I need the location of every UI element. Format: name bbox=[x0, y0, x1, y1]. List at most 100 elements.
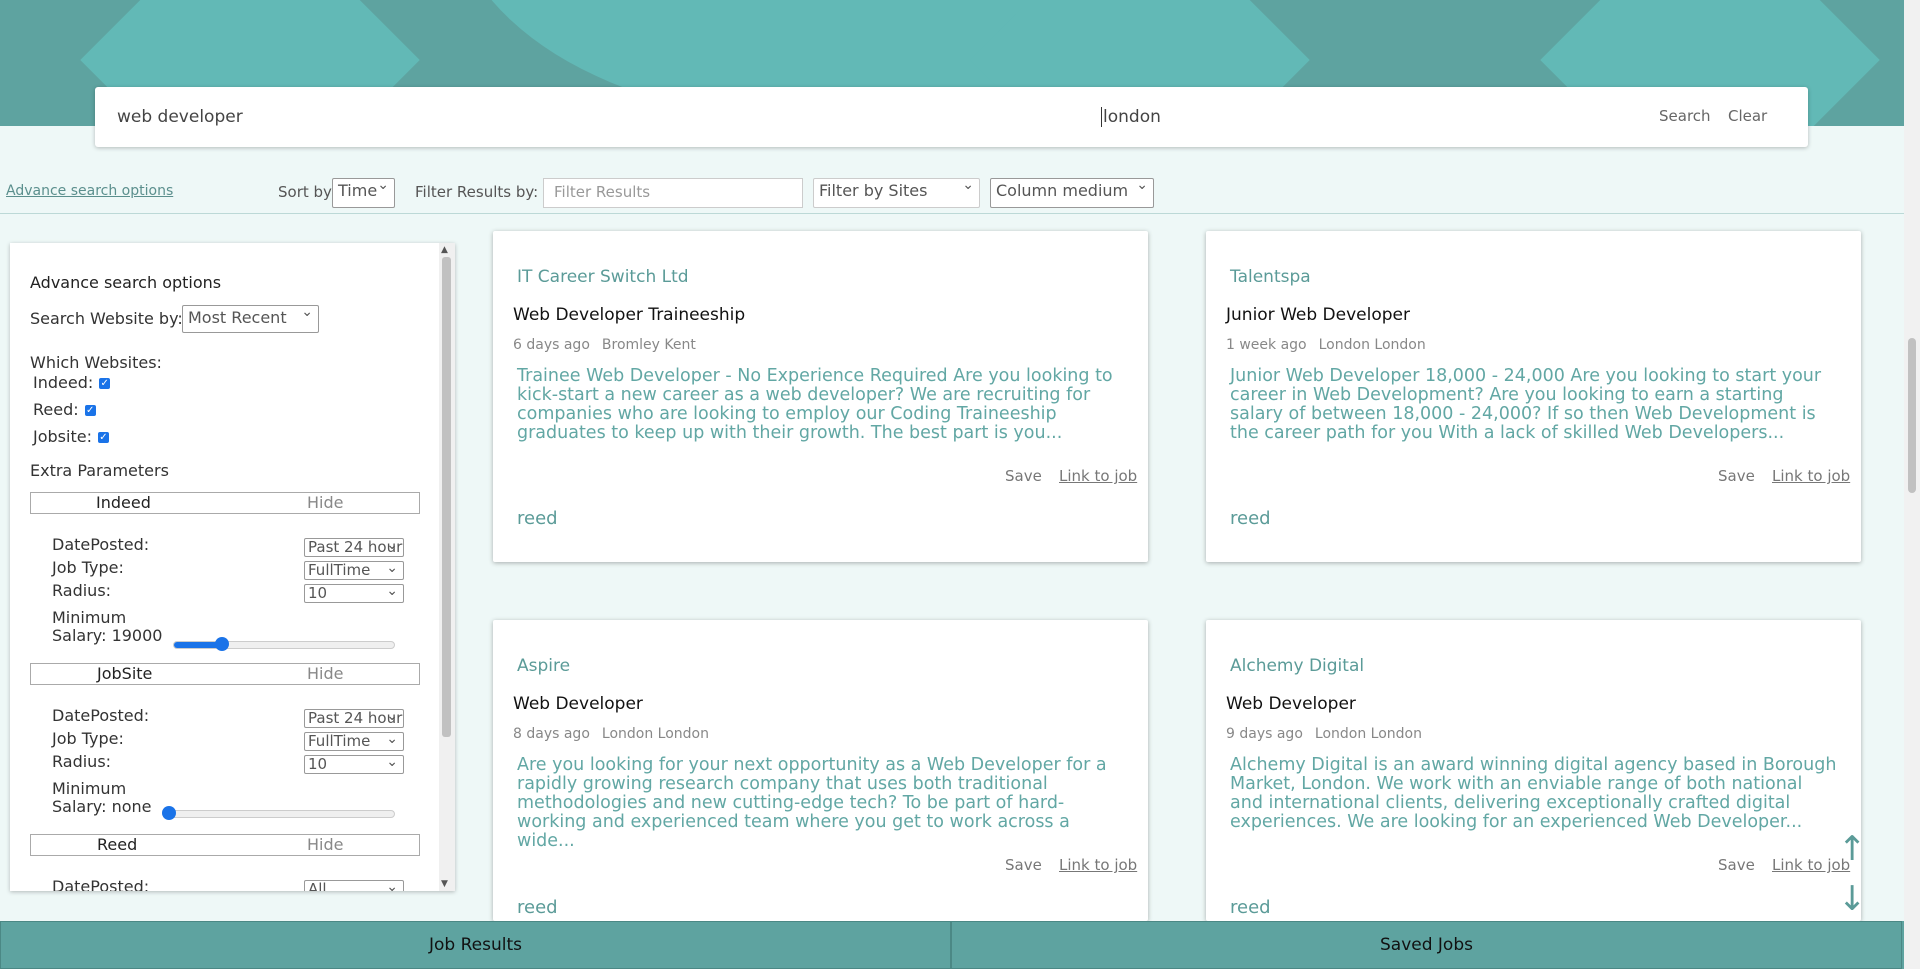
advance-search-panel: Advance search options Search Website by… bbox=[10, 243, 455, 891]
reed-dateposted-value: All bbox=[308, 880, 327, 891]
jobsite-slider-knob[interactable] bbox=[162, 806, 176, 820]
page-scrollbar[interactable] bbox=[1904, 0, 1920, 969]
filter-sites-dropdown[interactable]: Filter by Sites bbox=[813, 177, 980, 208]
clear-button[interactable]: Clear bbox=[1728, 107, 1767, 125]
indeed-dateposted-select[interactable]: Past 24 hours bbox=[304, 538, 404, 557]
indeed-min-salary-label: Minimum Salary: 19000 bbox=[52, 609, 162, 645]
jobsite-dateposted-select[interactable]: Past 24 hours bbox=[304, 709, 404, 728]
job-title: Junior Web Developer bbox=[1226, 305, 1410, 325]
scroll-to-top-arrow-icon[interactable]: ↑ bbox=[1838, 832, 1867, 866]
website-indeed-label: Indeed: bbox=[33, 373, 94, 392]
panel-title: Advance search options bbox=[30, 273, 222, 292]
search-query-input[interactable]: web developer bbox=[117, 107, 243, 127]
job-meta: 9 days ago London London bbox=[1226, 726, 1434, 742]
job-posted: 1 week ago bbox=[1226, 337, 1307, 353]
indeed-radius-label: Radius: bbox=[52, 581, 112, 600]
jobsite-radius-select[interactable]: 10 bbox=[304, 755, 404, 774]
save-job-button[interactable]: Save bbox=[1718, 467, 1755, 485]
job-card: IT Career Switch Ltd Web Developer Train… bbox=[493, 231, 1148, 562]
jobsite-dateposted-label: DatePosted: bbox=[52, 706, 150, 725]
sort-label: Sort by: bbox=[278, 183, 336, 201]
search-website-label: Search Website by: bbox=[30, 309, 183, 328]
indeed-salary-slider[interactable] bbox=[173, 637, 395, 651]
column-size-value: Column medium bbox=[996, 181, 1129, 200]
link-to-job[interactable]: Link to job bbox=[1059, 467, 1137, 485]
link-to-job[interactable]: Link to job bbox=[1772, 467, 1850, 485]
job-card: Alchemy Digital Web Developer 9 days ago… bbox=[1206, 620, 1861, 921]
job-company[interactable]: Aspire bbox=[517, 656, 570, 676]
job-source: reed bbox=[1230, 508, 1271, 529]
bottom-navigation: Job Results Saved Jobs bbox=[0, 921, 1904, 969]
which-websites-label: Which Websites: bbox=[30, 353, 162, 372]
search-website-value: Most Recent bbox=[188, 308, 287, 327]
save-job-button[interactable]: Save bbox=[1718, 856, 1755, 874]
job-location: London London bbox=[601, 726, 709, 742]
job-location: London London bbox=[1314, 726, 1422, 742]
job-source: reed bbox=[517, 897, 558, 918]
jobsite-section-header: JobSite Hide bbox=[30, 663, 420, 685]
job-location: Bromley Kent bbox=[601, 337, 696, 353]
sort-select[interactable]: Time bbox=[332, 177, 395, 208]
job-title: Web Developer Traineeship bbox=[513, 305, 746, 325]
job-description: Trainee Web Developer - No Experience Re… bbox=[517, 366, 1113, 443]
indeed-min-salary-text: Minimum bbox=[52, 608, 127, 627]
tab-job-results[interactable]: Job Results bbox=[0, 921, 951, 969]
job-posted: 9 days ago bbox=[1226, 726, 1303, 742]
jobsite-checkbox[interactable]: ✓ bbox=[97, 432, 109, 443]
page-scroll-thumb[interactable] bbox=[1908, 338, 1916, 493]
reed-dateposted-select[interactable]: All bbox=[304, 880, 404, 891]
job-company[interactable]: Talentspa bbox=[1230, 267, 1311, 287]
job-title: Web Developer bbox=[1226, 694, 1356, 714]
search-bar: web developer london Search Clear bbox=[95, 87, 1808, 147]
location-input[interactable]: london bbox=[1101, 107, 1161, 127]
indeed-hide-button[interactable]: Hide bbox=[307, 493, 343, 512]
job-company[interactable]: Alchemy Digital bbox=[1230, 656, 1364, 676]
website-jobsite-label: Jobsite: bbox=[33, 427, 92, 446]
job-card: Talentspa Junior Web Developer 1 week ag… bbox=[1206, 231, 1861, 562]
indeed-salary-value: Salary: 19000 bbox=[52, 626, 163, 645]
indeed-jobtype-select[interactable]: FullTime bbox=[304, 561, 404, 580]
jobsite-salary-value: Salary: none bbox=[52, 797, 152, 816]
jobsite-hide-button[interactable]: Hide bbox=[307, 664, 343, 683]
reed-hide-button[interactable]: Hide bbox=[307, 835, 343, 854]
filter-results-input[interactable]: Filter Results bbox=[543, 178, 803, 208]
job-company[interactable]: IT Career Switch Ltd bbox=[517, 267, 689, 287]
scroll-down-arrow-icon[interactable]: ▼ bbox=[441, 879, 448, 889]
scroll-up-arrow-icon[interactable]: ▲ bbox=[441, 245, 448, 255]
job-description: Are you looking for your next opportunit… bbox=[517, 755, 1107, 851]
indeed-checkbox[interactable]: ✓ bbox=[99, 378, 111, 389]
indeed-slider-knob[interactable] bbox=[215, 637, 230, 651]
indeed-dateposted-label: DatePosted: bbox=[52, 535, 150, 554]
jobsite-min-salary-text: Minimum bbox=[52, 779, 127, 798]
panel-scrollbar[interactable]: ▲ ▼ bbox=[439, 243, 455, 891]
job-posted: 8 days ago bbox=[513, 726, 590, 742]
reed-checkbox[interactable]: ✓ bbox=[84, 405, 96, 416]
job-meta: 8 days ago London London bbox=[513, 726, 721, 742]
jobsite-jobtype-value: FullTime bbox=[308, 732, 371, 750]
save-job-button[interactable]: Save bbox=[1005, 467, 1042, 485]
indeed-radius-select[interactable]: 10 bbox=[304, 584, 404, 603]
job-description: Alchemy Digital is an award winning digi… bbox=[1230, 755, 1837, 832]
panel-scroll-thumb[interactable] bbox=[442, 257, 451, 737]
search-website-select[interactable]: Most Recent bbox=[182, 304, 319, 333]
indeed-jobtype-value: FullTime bbox=[308, 561, 371, 579]
reed-section-title: Reed bbox=[97, 835, 138, 854]
job-title: Web Developer bbox=[513, 694, 643, 714]
tab-saved-jobs[interactable]: Saved Jobs bbox=[951, 921, 1902, 969]
indeed-radius-value: 10 bbox=[308, 584, 328, 602]
website-option-reed: Reed: ✓ bbox=[33, 400, 96, 419]
sort-select-value: Time bbox=[338, 181, 378, 200]
search-button[interactable]: Search bbox=[1659, 107, 1711, 125]
advance-search-link[interactable]: Advance search options bbox=[6, 183, 173, 199]
link-to-job[interactable]: Link to job bbox=[1059, 856, 1137, 874]
extra-parameters-label: Extra Parameters bbox=[30, 461, 169, 480]
website-reed-label: Reed: bbox=[33, 400, 79, 419]
job-description: Junior Web Developer 18,000 - 24,000 Are… bbox=[1230, 366, 1822, 443]
save-job-button[interactable]: Save bbox=[1005, 856, 1042, 874]
job-meta: 1 week ago London London bbox=[1226, 337, 1438, 353]
jobsite-jobtype-select[interactable]: FullTime bbox=[304, 732, 404, 751]
column-size-select[interactable]: Column medium bbox=[990, 177, 1154, 208]
jobsite-salary-slider[interactable] bbox=[162, 806, 395, 820]
reed-section-header: Reed Hide bbox=[30, 834, 420, 856]
scroll-to-bottom-arrow-icon[interactable]: ↓ bbox=[1838, 882, 1867, 916]
